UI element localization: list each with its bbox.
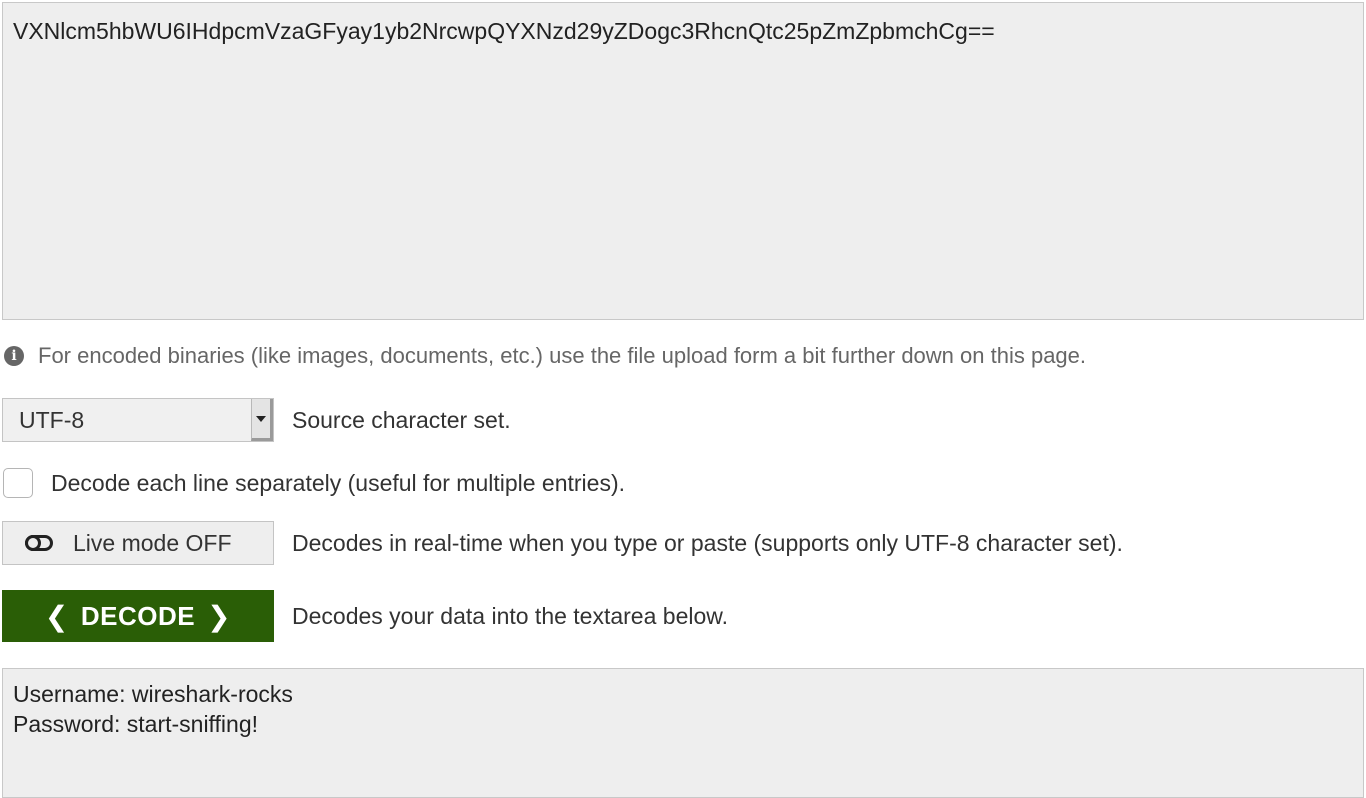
line-by-line-label[interactable]: Decode each line separately (useful for … [51, 470, 625, 497]
dropdown-arrow-icon[interactable] [251, 399, 273, 441]
charset-label: Source character set. [292, 406, 511, 433]
info-circle-icon: i [4, 346, 24, 366]
decoded-output-textarea[interactable]: Username: wireshark-rocks Password: star… [2, 668, 1364, 798]
decode-description: Decodes your data into the textarea belo… [292, 602, 729, 629]
line-by-line-row: Decode each line separately (useful for … [2, 466, 625, 500]
decode-button[interactable]: ❮ DECODE ❯ [2, 590, 274, 642]
live-mode-button-label: Live mode OFF [73, 529, 232, 556]
info-note-text: For encoded binaries (like images, docum… [38, 343, 1087, 368]
decode-row: ❮ DECODE ❯ Decodes your data into the te… [2, 590, 728, 642]
charset-select[interactable]: UTF-8 [2, 398, 274, 442]
encoded-input-textarea[interactable]: VXNlcm5hbWU6IHdpcmVzaGFyay1yb2NrcwpQYXNz… [2, 2, 1364, 320]
info-note: i For encoded binaries (like images, doc… [4, 341, 1086, 371]
live-mode-description: Decodes in real-time when you type or pa… [292, 529, 1123, 556]
live-mode-button[interactable]: Live mode OFF [2, 521, 274, 565]
live-mode-row: Live mode OFF Decodes in real-time when … [2, 521, 1123, 565]
chevron-right-icon: ❯ [207, 600, 232, 632]
chevron-left-icon: ❮ [44, 600, 69, 632]
decode-button-label: DECODE [80, 600, 196, 631]
charset-selected-value: UTF-8 [19, 406, 85, 433]
line-by-line-checkbox[interactable] [3, 468, 33, 498]
toggle-off-icon [25, 535, 53, 551]
charset-row: UTF-8 Source character set. [2, 398, 511, 442]
